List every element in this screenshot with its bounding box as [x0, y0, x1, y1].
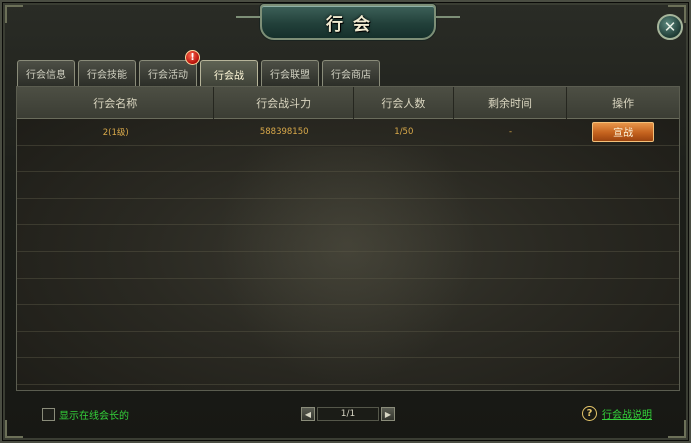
action-cell: 宣战 — [567, 119, 679, 145]
tab-bar: 行会信息 行会技能 行会活动 ! 行会战 行会联盟 行会商店 — [17, 50, 380, 87]
show-online-leaders-label: 显示在线会长的 — [59, 411, 129, 422]
table-row-empty — [17, 305, 679, 332]
help-label: 行会战说明 — [602, 410, 652, 421]
column-header: 操作 — [612, 97, 635, 110]
close-icon: ✕ — [663, 18, 677, 36]
table-row-empty — [17, 358, 679, 385]
frame-corner — [668, 420, 686, 438]
guild-window: 行会 ✕ 行会信息 行会技能 行会活动 ! 行会战 行会联盟 行会商店 行会名称… — [0, 0, 691, 443]
tab-guild-skills[interactable]: 行会技能 — [78, 60, 136, 86]
help-icon: ? — [582, 406, 597, 421]
table-row-empty — [17, 172, 679, 199]
tab-guild-alliance[interactable]: 行会联盟 — [261, 60, 319, 86]
show-online-leaders-toggle[interactable]: 显示在线会长的 — [42, 407, 129, 422]
guild-name-cell: 2(1级) — [102, 127, 129, 138]
declare-war-button[interactable]: 宣战 — [592, 121, 655, 142]
guild-war-panel: 行会名称 行会战斗力 行会人数 剩余时间 操作 2(1级) 588398150 … — [16, 86, 680, 391]
tab-guild-info[interactable]: 行会信息 — [17, 60, 75, 86]
table-row[interactable]: 2(1级) 588398150 1/50 - 宣战 — [17, 119, 679, 146]
page-indicator: 1/1 — [317, 407, 379, 421]
tab-guild-war[interactable]: 行会战 — [200, 60, 258, 87]
table-row-empty — [17, 252, 679, 279]
alert-icon: ! — [185, 50, 200, 65]
next-page-button[interactable]: ▶ — [381, 407, 395, 421]
column-header: 行会名称 — [17, 87, 215, 119]
table-row-empty — [17, 332, 679, 359]
table-row-empty — [17, 199, 679, 226]
table-body: 2(1级) 588398150 1/50 - 宣战 — [17, 119, 679, 385]
table-row-empty — [17, 279, 679, 306]
window-title: 行会 — [326, 14, 380, 35]
prev-page-button[interactable]: ◀ — [301, 407, 315, 421]
chevron-right-icon: ▶ — [384, 409, 392, 419]
close-button[interactable]: ✕ — [657, 14, 683, 40]
title-plate: 行会 — [236, 4, 460, 40]
frame-corner — [5, 420, 23, 438]
guild-power-cell: 588398150 — [259, 126, 309, 137]
remaining-time-cell: - — [508, 126, 513, 137]
checkbox[interactable] — [42, 408, 55, 421]
tab-guild-activities[interactable]: 行会活动 ! — [139, 50, 200, 86]
guild-war-help-link[interactable]: ? 行会战说明 — [582, 406, 652, 421]
tab-guild-shop[interactable]: 行会商店 — [322, 60, 380, 86]
pagination: ◀ 1/1 ▶ — [301, 407, 395, 421]
column-header: 剩余时间 — [454, 87, 568, 119]
table-row-empty — [17, 225, 679, 252]
guild-members-cell: 1/50 — [394, 126, 414, 137]
column-header: 行会战斗力 — [214, 87, 354, 119]
column-header: 行会人数 — [354, 87, 454, 119]
table-row-empty — [17, 146, 679, 173]
chevron-left-icon: ◀ — [304, 409, 312, 419]
table-header: 行会名称 行会战斗力 行会人数 剩余时间 操作 — [17, 87, 679, 119]
frame-corner — [5, 5, 23, 23]
